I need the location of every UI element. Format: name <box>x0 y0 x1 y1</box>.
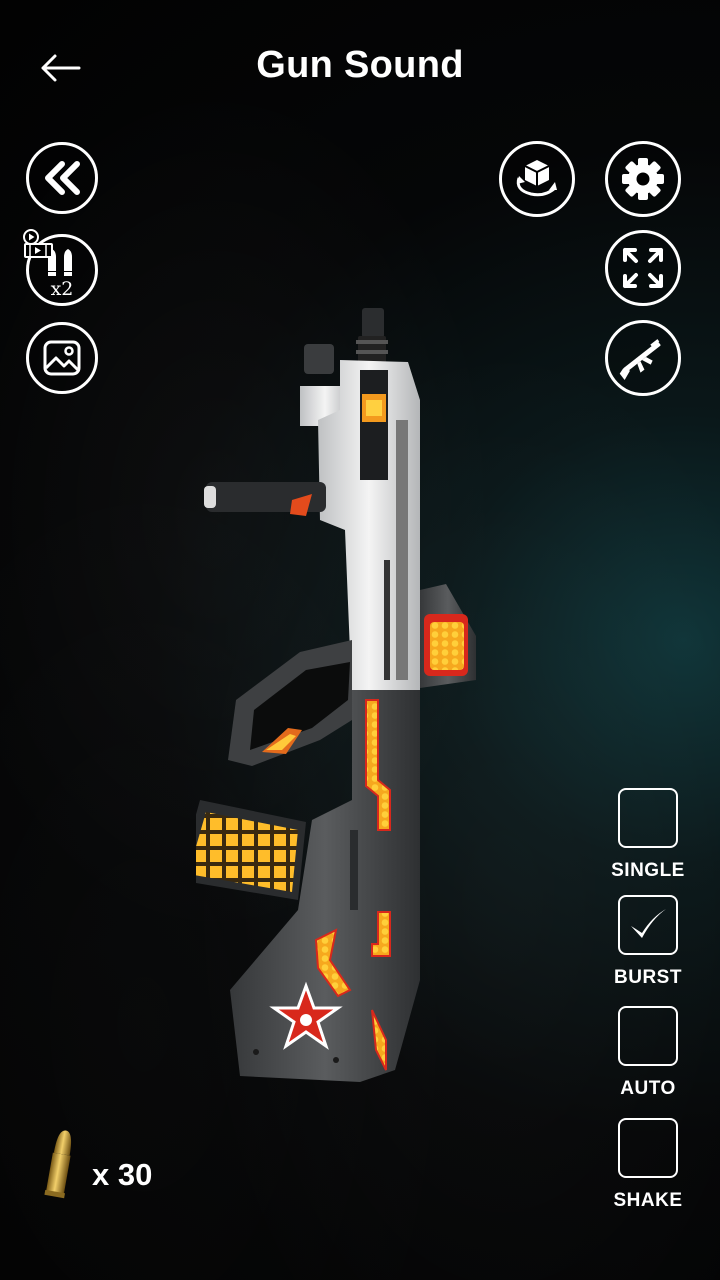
rifle-icon <box>619 339 661 380</box>
image-icon <box>43 340 81 376</box>
ammo-count: x 30 <box>92 1157 153 1192</box>
mode-burst: BURST <box>603 895 693 989</box>
checkmark-icon <box>631 909 666 938</box>
settings-button[interactable] <box>605 141 681 217</box>
mode-auto: AUTO <box>603 1006 693 1100</box>
mode-shake: SHAKE <box>603 1118 693 1212</box>
single-label: SINGLE <box>611 860 685 881</box>
single-checkbox[interactable] <box>618 788 678 848</box>
rifle-illustration <box>196 308 476 1082</box>
auto-label: AUTO <box>620 1078 676 1099</box>
bullet-icon <box>44 1130 72 1199</box>
background-image-button[interactable] <box>26 322 98 394</box>
x2-label: x2 <box>51 278 74 297</box>
gear-icon <box>622 158 664 200</box>
ammo-counter: x 30 <box>38 1126 152 1202</box>
fullscreen-button[interactable] <box>605 230 681 306</box>
weapon-select-button[interactable] <box>605 320 681 396</box>
mode-single: SINGLE <box>603 788 693 882</box>
page-title: Gun Sound <box>256 44 464 86</box>
rotate-3d-button[interactable] <box>499 141 575 217</box>
cube-rotate-icon <box>516 160 557 197</box>
previous-button[interactable] <box>26 142 98 214</box>
expand-arrows-icon <box>623 248 663 288</box>
shake-label: SHAKE <box>613 1190 683 1211</box>
shake-checkbox[interactable] <box>618 1118 678 1178</box>
double-chevron-left-icon <box>45 161 80 195</box>
burst-checkbox[interactable] <box>618 895 678 955</box>
burst-label: BURST <box>614 967 682 988</box>
video-ad-icon <box>23 229 53 258</box>
auto-checkbox[interactable] <box>618 1006 678 1066</box>
